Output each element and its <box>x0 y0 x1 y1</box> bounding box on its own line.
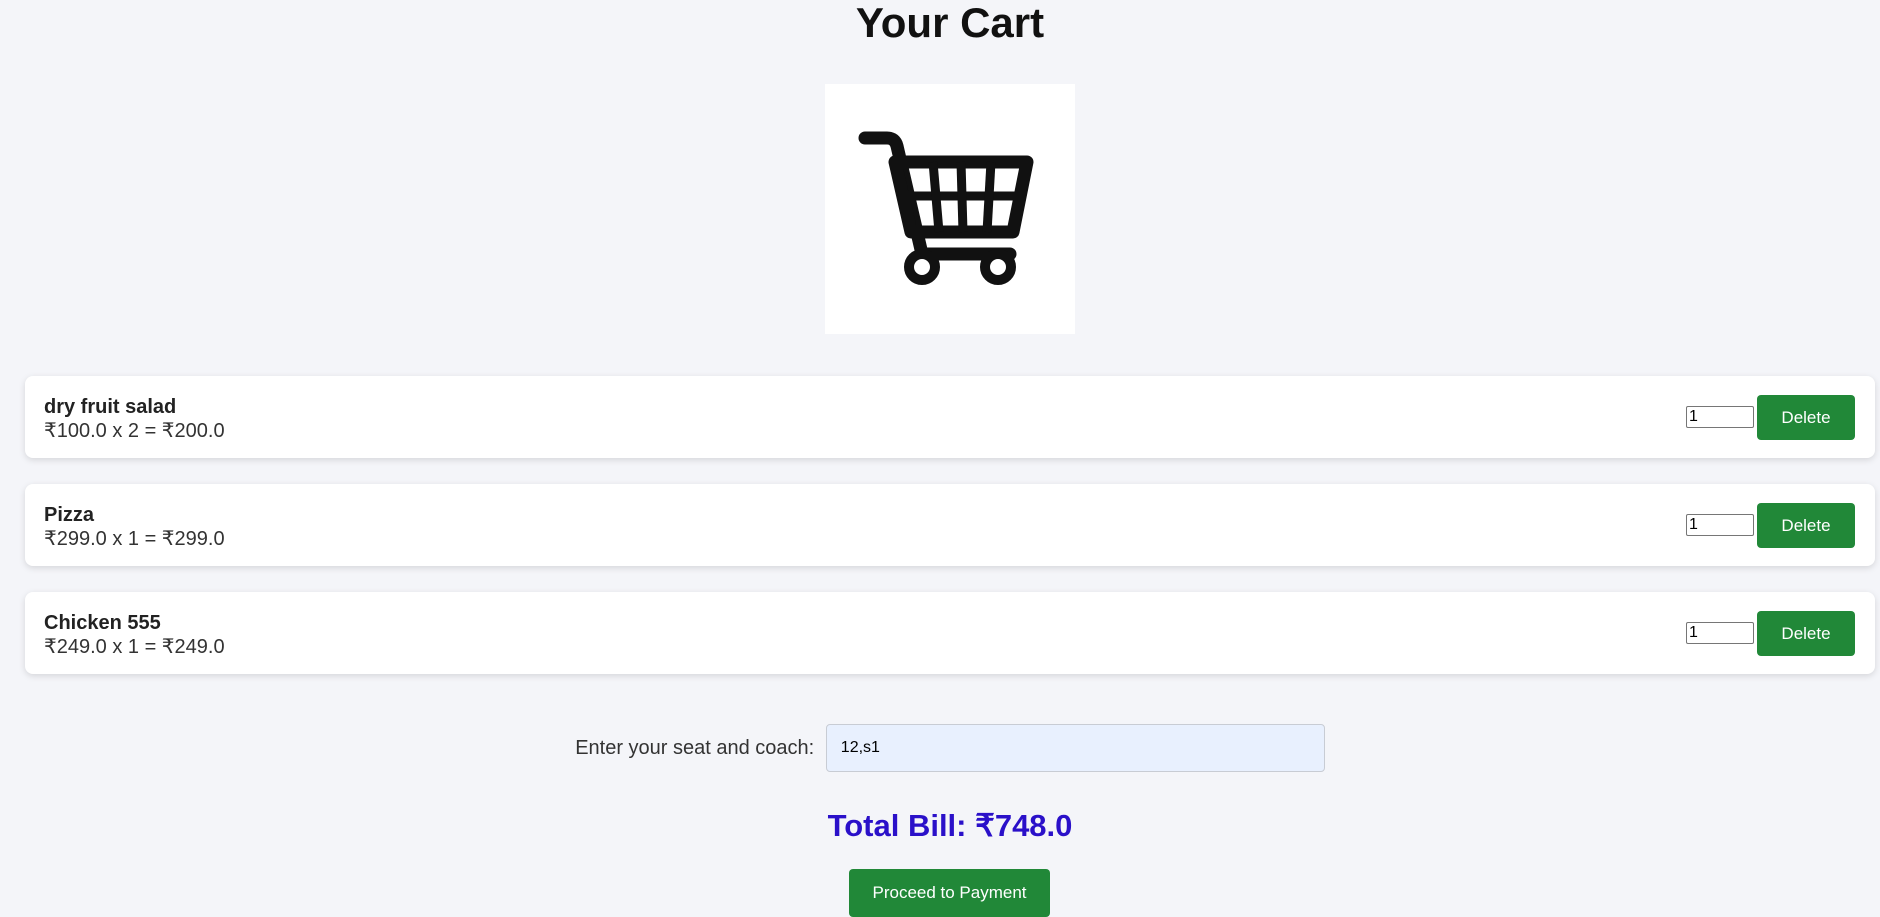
item-price-line: ₹249.0 x 1 = ₹249.0 <box>44 636 225 658</box>
delete-button[interactable]: Delete <box>1757 611 1855 656</box>
shopping-cart-icon <box>858 131 1034 285</box>
quantity-input[interactable] <box>1686 622 1754 644</box>
proceed-to-payment-button[interactable]: Proceed to Payment <box>849 869 1050 917</box>
item-name: dry fruit salad <box>44 396 177 418</box>
item-info: dry fruit salad ₹100.0 x 2 = ₹200.0 <box>44 395 225 443</box>
delete-button[interactable]: Delete <box>1757 395 1855 440</box>
page-title: Your Cart <box>855 0 1045 46</box>
delete-button[interactable]: Delete <box>1757 503 1855 548</box>
item-name: Chicken 555 <box>44 612 161 634</box>
total-bill: Total Bill: ₹748.0 <box>827 808 1073 843</box>
seat-label: Enter your seat and coach: <box>575 736 815 759</box>
item-name: Pizza <box>44 504 95 526</box>
cart-item: dry fruit salad ₹100.0 x 2 = ₹200.0 Dele… <box>25 376 1875 458</box>
quantity-input[interactable] <box>1686 406 1754 428</box>
seat-coach-input[interactable] <box>825 724 1325 772</box>
item-info: Pizza ₹299.0 x 1 = ₹299.0 <box>44 503 225 551</box>
cart-item: Pizza ₹299.0 x 1 = ₹299.0 Delete <box>25 484 1875 566</box>
item-info: Chicken 555 ₹249.0 x 1 = ₹249.0 <box>44 611 225 659</box>
cart-item: Chicken 555 ₹249.0 x 1 = ₹249.0 Delete <box>25 592 1875 674</box>
cart-image <box>825 84 1075 334</box>
seat-row: Enter your seat and coach: <box>0 724 1880 772</box>
cart-list: dry fruit salad ₹100.0 x 2 = ₹200.0 Dele… <box>25 376 1875 700</box>
quantity-input[interactable] <box>1686 514 1754 536</box>
item-price-line: ₹100.0 x 2 = ₹200.0 <box>44 420 225 442</box>
item-price-line: ₹299.0 x 1 = ₹299.0 <box>44 528 225 550</box>
